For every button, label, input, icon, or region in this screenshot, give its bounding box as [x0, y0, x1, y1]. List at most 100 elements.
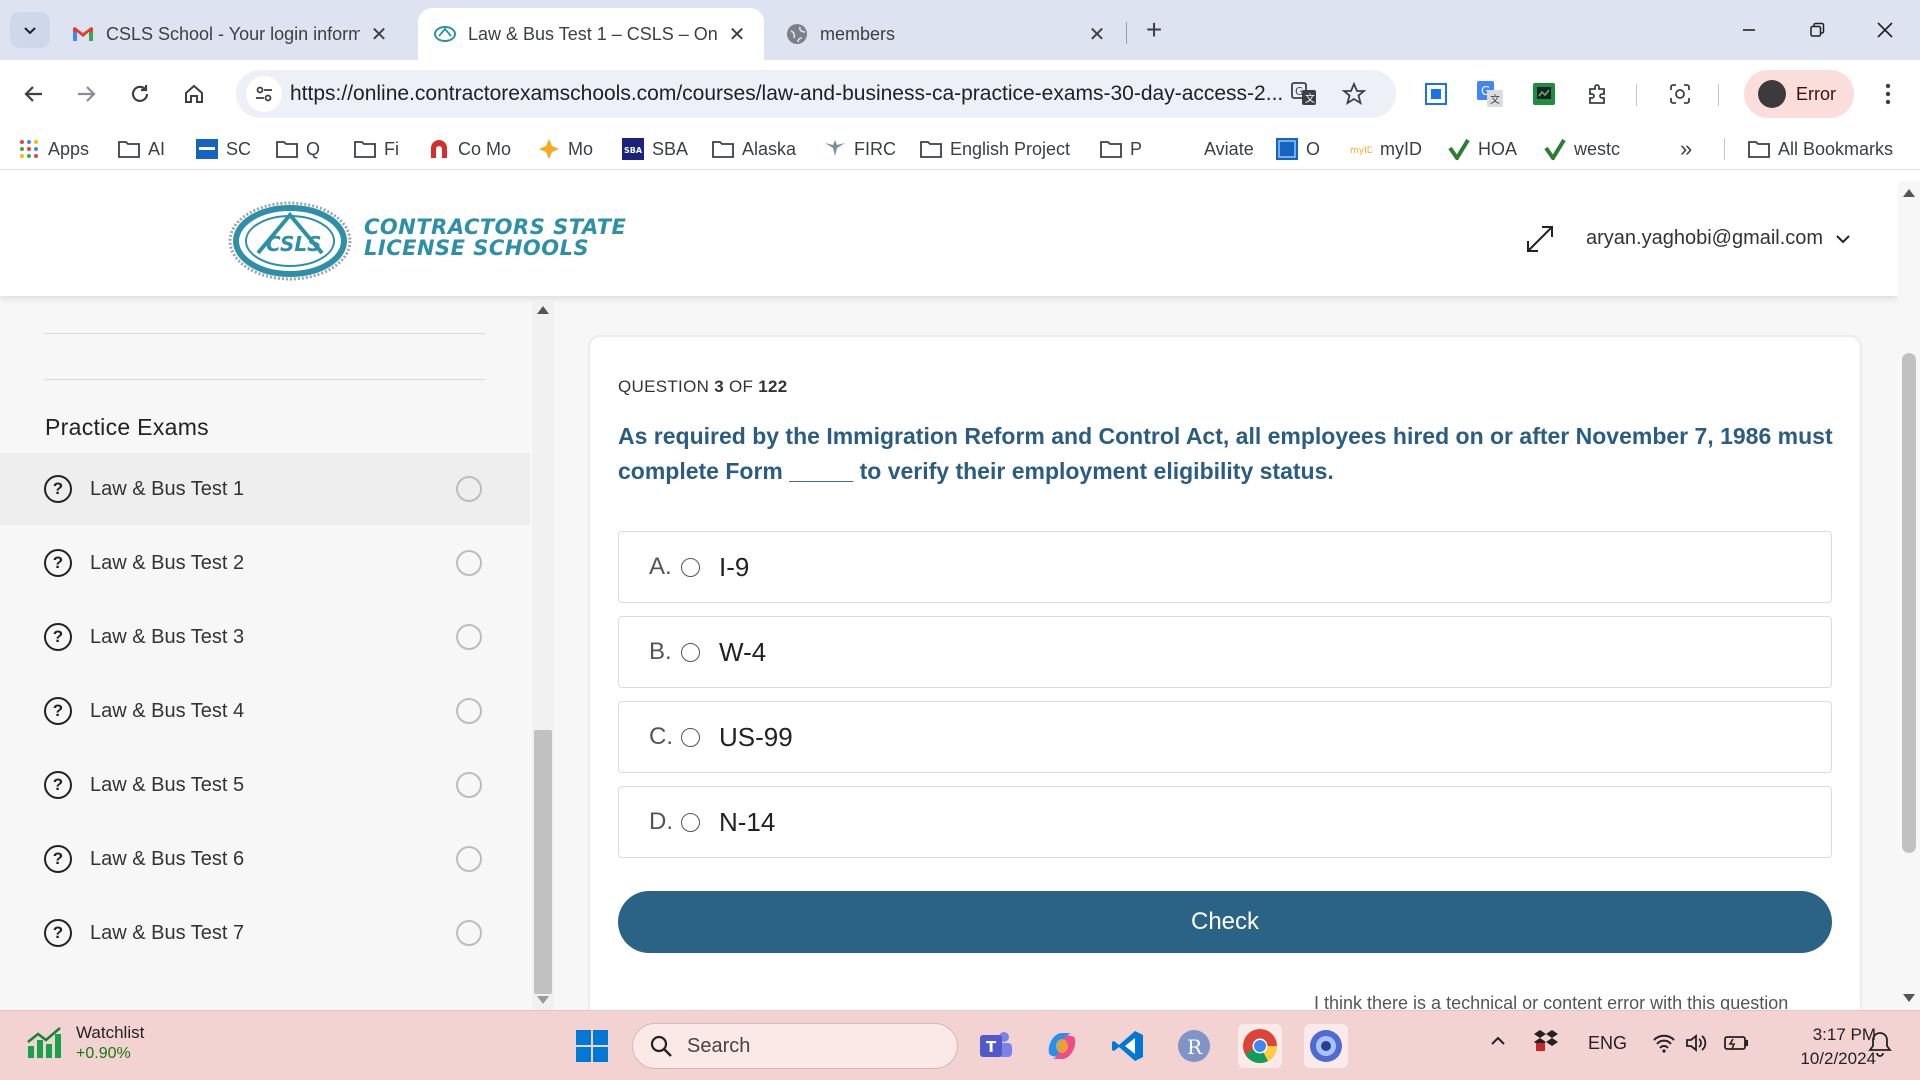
- answer-option-a[interactable]: A. I-9: [618, 531, 1832, 603]
- all-bookmarks-button[interactable]: All Bookmarks: [1748, 136, 1893, 162]
- close-icon[interactable]: ✕: [726, 23, 748, 46]
- wifi-icon[interactable]: [1652, 1031, 1676, 1055]
- teams-app[interactable]: T: [974, 1024, 1018, 1068]
- bookmark-link[interactable]: FIRC: [824, 136, 896, 162]
- profile-button[interactable]: Error: [1744, 70, 1854, 118]
- site-logo[interactable]: CSLS: [228, 201, 352, 286]
- notifications-icon[interactable]: [1868, 1031, 1892, 1057]
- scroll-down-arrow-icon[interactable]: [537, 996, 549, 1004]
- radio-button[interactable]: [681, 642, 700, 662]
- close-icon[interactable]: ✕: [1086, 23, 1108, 46]
- vscode-app[interactable]: [1106, 1024, 1150, 1068]
- tab-search-button[interactable]: [10, 12, 50, 48]
- translate-icon[interactable]: G文: [1288, 78, 1320, 110]
- bookmark-apps[interactable]: Apps: [18, 136, 89, 162]
- bookmark-link[interactable]: westc: [1544, 136, 1620, 162]
- bookmark-link[interactable]: Aviate: [1204, 136, 1254, 162]
- taskbar-search[interactable]: Search: [632, 1023, 958, 1069]
- bookmark-label: O: [1306, 138, 1321, 159]
- scroll-up-arrow-icon[interactable]: [1903, 189, 1915, 197]
- quiz-question-icon: ?: [44, 549, 72, 577]
- sidebar-item-law-bus-test-4[interactable]: ? Law & Bus Test 4: [0, 675, 530, 747]
- answer-option-c[interactable]: C. US-99: [618, 701, 1832, 773]
- toolbar-divider: [1636, 84, 1637, 106]
- lens-icon[interactable]: [1662, 76, 1698, 112]
- sidebar-scrollbar[interactable]: [532, 302, 554, 1010]
- clock-date: 10/2/2024: [1800, 1049, 1876, 1068]
- scroll-down-arrow-icon[interactable]: [1903, 994, 1915, 1002]
- site-info-icon[interactable]: [246, 76, 282, 112]
- bookmark-folder[interactable]: Alaska: [712, 136, 796, 162]
- bookmark-link[interactable]: myID myID: [1350, 136, 1422, 162]
- taskbar-clock[interactable]: 3:17 PM 10/2/2024: [1768, 1023, 1876, 1071]
- bookmark-folder[interactable]: AI: [118, 136, 165, 162]
- bookmark-link[interactable]: Co Mo: [428, 136, 511, 162]
- page-scrollbar[interactable]: [1898, 181, 1920, 1010]
- watchlist-widget[interactable]: Watchlist +0.90%: [26, 1023, 144, 1063]
- tab-law-bus-test[interactable]: Law & Bus Test 1 – CSLS – Onlin ✕: [418, 8, 764, 60]
- widget-value: +0.90%: [76, 1045, 131, 1062]
- bookmark-link[interactable]: SC: [196, 136, 251, 162]
- expand-fullscreen-icon[interactable]: [1524, 223, 1556, 255]
- site-logo-text[interactable]: CONTRACTORS STATE LICENSE SCHOOLS: [364, 217, 626, 259]
- folder-icon: [1748, 138, 1770, 160]
- reload-button[interactable]: [120, 74, 160, 114]
- bookmark-folder[interactable]: P: [1100, 136, 1142, 162]
- profile-status-label: Error: [1796, 83, 1836, 104]
- r-app[interactable]: R: [1172, 1024, 1216, 1068]
- check-answer-button[interactable]: Check: [618, 891, 1832, 953]
- sidebar-item-law-bus-test-5[interactable]: ? Law & Bus Test 5: [0, 749, 530, 821]
- bookmark-folder[interactable]: Fi: [354, 136, 399, 162]
- bookmark-star-icon[interactable]: [1338, 78, 1370, 110]
- radio-button[interactable]: [681, 557, 700, 577]
- report-error-link[interactable]: I think there is a technical or content …: [1314, 993, 1788, 1010]
- start-button[interactable]: [570, 1024, 614, 1068]
- sidebar-item-law-bus-test-6[interactable]: ? Law & Bus Test 6: [0, 823, 530, 895]
- battery-icon[interactable]: [1722, 1031, 1750, 1055]
- new-tab-button[interactable]: +: [1138, 14, 1170, 46]
- extensions-puzzle-icon[interactable]: [1580, 76, 1616, 112]
- scrollbar-thumb[interactable]: [534, 730, 552, 994]
- minimize-button[interactable]: [1726, 12, 1772, 48]
- radio-button[interactable]: [681, 727, 700, 747]
- user-menu[interactable]: aryan.yaghobi@gmail.com: [1586, 227, 1851, 250]
- recorder-app[interactable]: [1304, 1024, 1348, 1068]
- address-bar[interactable]: https://online.contractorexamschools.com…: [236, 70, 1396, 118]
- radio-button[interactable]: [681, 812, 700, 832]
- scrollbar-thumb[interactable]: [1902, 353, 1916, 853]
- bookmark-link[interactable]: Mo: [538, 136, 593, 162]
- close-window-button[interactable]: [1862, 12, 1908, 48]
- chrome-app[interactable]: [1238, 1024, 1282, 1068]
- tab-gmail[interactable]: CSLS School - Your login inform ✕: [56, 8, 406, 60]
- dropbox-tray-icon[interactable]: [1534, 1027, 1558, 1051]
- home-button[interactable]: [174, 74, 214, 114]
- screenshot-extension-icon[interactable]: [1418, 76, 1454, 112]
- restore-button[interactable]: [1794, 12, 1840, 48]
- bookmark-link[interactable]: SBA SBA: [622, 136, 688, 162]
- folder-icon: [712, 138, 734, 160]
- show-hidden-icons-button[interactable]: [1490, 1033, 1506, 1049]
- answer-option-d[interactable]: D. N-14: [618, 786, 1832, 858]
- volume-icon[interactable]: [1684, 1031, 1708, 1055]
- sidebar-item-law-bus-test-3[interactable]: ? Law & Bus Test 3: [0, 601, 530, 673]
- language-indicator[interactable]: ENG: [1588, 1033, 1627, 1054]
- clock-time: 3:17 PM: [1812, 1025, 1876, 1044]
- sidebar-item-law-bus-test-1[interactable]: ? Law & Bus Test 1: [0, 453, 530, 525]
- google-translate-extension-icon[interactable]: G文: [1472, 76, 1508, 112]
- bookmark-folder[interactable]: English Project: [920, 136, 1070, 162]
- sidebar-item-law-bus-test-2[interactable]: ? Law & Bus Test 2: [0, 527, 530, 599]
- back-button[interactable]: [14, 74, 54, 114]
- monitor-extension-icon[interactable]: [1526, 76, 1562, 112]
- answer-option-b[interactable]: B. W-4: [618, 616, 1832, 688]
- tab-members[interactable]: members ✕: [770, 8, 1124, 60]
- forward-button[interactable]: [66, 74, 106, 114]
- copilot-app[interactable]: [1040, 1024, 1084, 1068]
- close-icon[interactable]: ✕: [368, 23, 390, 46]
- bookmark-link[interactable]: HOA: [1448, 136, 1517, 162]
- scroll-up-arrow-icon[interactable]: [537, 306, 549, 314]
- menu-kebab-icon[interactable]: [1870, 76, 1906, 112]
- bookmarks-overflow-button[interactable]: »: [1680, 136, 1692, 162]
- sidebar-item-law-bus-test-7[interactable]: ? Law & Bus Test 7: [0, 897, 530, 969]
- bookmark-folder[interactable]: Q: [276, 136, 320, 162]
- bookmark-link[interactable]: O: [1276, 136, 1320, 162]
